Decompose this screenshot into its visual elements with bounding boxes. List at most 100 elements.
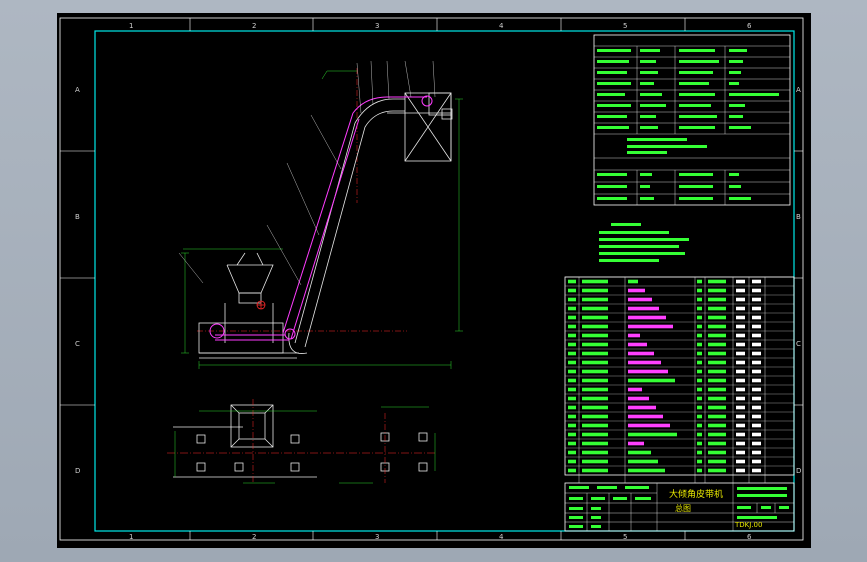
parts-row-cell — [582, 378, 608, 383]
parts-row-cell — [708, 405, 726, 410]
parts-row-cell — [736, 360, 745, 365]
parts-row-cell — [628, 333, 640, 338]
parts-row-cell — [736, 351, 745, 356]
zone-row-label: C — [796, 340, 801, 348]
parts-row-cell — [708, 306, 726, 311]
parts-row-cell — [736, 306, 745, 311]
drawing-canvas[interactable]: 1 2 3 4 5 6 1 2 3 4 5 6 A B C D A B C D — [57, 13, 811, 548]
parts-row-cell — [752, 306, 761, 311]
parts-row-cell — [628, 432, 677, 437]
zone-col-label: 2 — [252, 22, 256, 30]
parts-row-cell — [582, 459, 608, 464]
parts-row-cell — [628, 279, 638, 284]
parts-row-cell — [582, 306, 608, 311]
parts-row-cell — [752, 297, 761, 302]
zone-col-label: 4 — [499, 22, 504, 30]
parts-row-cell — [568, 306, 576, 311]
parts-row-cell — [568, 387, 576, 392]
parts-row-cell — [628, 405, 656, 410]
parts-row-cell — [582, 297, 608, 302]
parts-row-cell — [708, 351, 726, 356]
parts-row-cell — [708, 324, 726, 329]
parts-row-cell — [736, 396, 745, 401]
parts-row-cell — [736, 333, 745, 338]
parts-row-cell — [736, 387, 745, 392]
parts-row-cell — [568, 414, 576, 419]
parts-row-cell — [582, 441, 608, 446]
parts-row-cell — [568, 450, 576, 455]
parts-row-cell — [568, 324, 576, 329]
parts-row-cell — [582, 387, 608, 392]
parts-row-cell — [736, 468, 745, 473]
zone-col-label: 5 — [623, 533, 627, 541]
parts-row-cell — [568, 423, 576, 428]
parts-row-cell — [708, 288, 726, 293]
parts-row-cell — [708, 369, 726, 374]
parts-row-cell — [628, 468, 665, 473]
parts-row-cell — [708, 468, 726, 473]
title-block: 大倾角皮带机 总图 TDKJ.00 — [564, 482, 795, 532]
parts-row-cell — [708, 360, 726, 365]
drawing-number: TDKJ.00 — [734, 521, 762, 529]
parts-row-cell — [697, 414, 702, 419]
parts-row-cell — [568, 441, 576, 446]
parts-row-cell — [628, 378, 675, 383]
parts-row-cell — [628, 306, 659, 311]
parts-row-cell — [568, 342, 576, 347]
parts-row-cell — [708, 423, 726, 428]
parts-row-cell — [568, 333, 576, 338]
parts-row-cell — [736, 378, 745, 383]
parts-row-cell — [697, 459, 702, 464]
parts-row-cell — [628, 441, 644, 446]
parts-row-cell — [628, 387, 642, 392]
parts-row-cell — [582, 468, 608, 473]
parts-row-cell — [628, 288, 645, 293]
parts-row-cell — [568, 297, 576, 302]
zone-row-label: A — [75, 86, 80, 94]
zone-col-label: 1 — [129, 22, 133, 30]
parts-row-cell — [752, 351, 761, 356]
parts-row-cell — [582, 342, 608, 347]
parts-row-cell — [628, 369, 668, 374]
parts-row-cell — [582, 414, 608, 419]
parts-row-cell — [568, 360, 576, 365]
parts-row-cell — [708, 441, 726, 446]
parts-row-cell — [697, 324, 702, 329]
zone-row-label: A — [796, 86, 801, 94]
parts-row-cell — [697, 288, 702, 293]
parts-row-cell — [752, 396, 761, 401]
parts-row-cell — [697, 342, 702, 347]
parts-row-cell — [752, 279, 761, 284]
cad-viewport[interactable]: 1 2 3 4 5 6 1 2 3 4 5 6 A B C D A B C D — [0, 0, 867, 562]
parts-row-cell — [752, 378, 761, 383]
parts-row-cell — [582, 423, 608, 428]
parts-row-cell — [628, 342, 647, 347]
parts-row-cell — [736, 324, 745, 329]
parts-row-cell — [736, 432, 745, 437]
parts-row-cell — [752, 288, 761, 293]
parts-row-cell — [708, 432, 726, 437]
parts-row-cell — [568, 279, 576, 284]
parts-row-cell — [708, 459, 726, 464]
parts-row-cell — [628, 360, 661, 365]
parts-row-cell — [697, 351, 702, 356]
parts-row-cell — [582, 279, 608, 284]
parts-row-cell — [582, 450, 608, 455]
parts-row-cell — [752, 414, 761, 419]
parts-row-cell — [708, 342, 726, 347]
parts-row-cell — [697, 405, 702, 410]
zone-col-label: 3 — [375, 533, 379, 541]
parts-row-cell — [736, 342, 745, 347]
parts-row-cell — [697, 378, 702, 383]
parameter-table — [593, 34, 791, 206]
parts-row-cell — [568, 405, 576, 410]
parts-row-cell — [628, 396, 649, 401]
assembly-drawing: 1 2 3 4 5 6 1 2 3 4 5 6 A B C D A B C D — [59, 17, 804, 541]
parts-row-cell — [628, 351, 654, 356]
parts-row-cell — [708, 315, 726, 320]
parts-row-cell — [752, 450, 761, 455]
parts-row-cell — [697, 450, 702, 455]
parts-row-cell — [697, 423, 702, 428]
parts-row-cell — [628, 459, 658, 464]
conveyor-plan-view — [167, 399, 437, 484]
